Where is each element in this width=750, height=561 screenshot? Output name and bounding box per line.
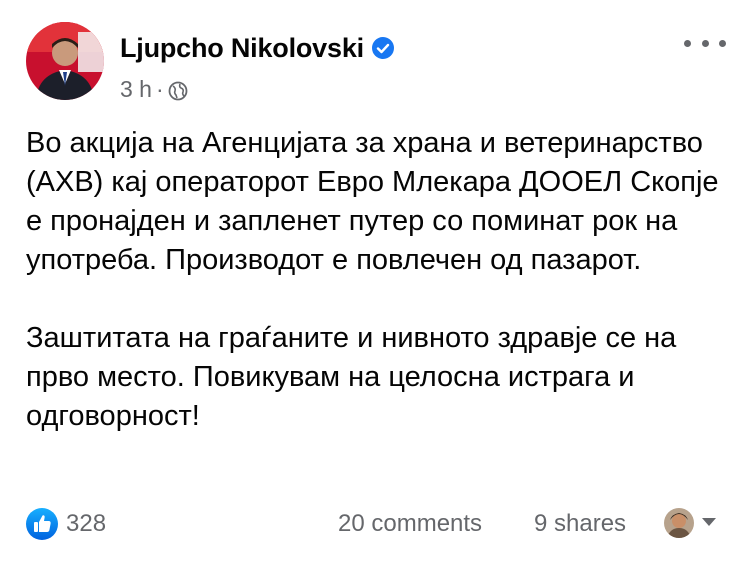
shares-count[interactable]: 9 shares xyxy=(534,510,626,538)
author-name[interactable]: Ljupcho Nikolovski xyxy=(120,33,364,64)
more-dot xyxy=(684,39,691,47)
reactions-count[interactable]: 328 xyxy=(66,510,106,538)
post-paragraph: Во акција на Агенцијата за храна и ветер… xyxy=(26,127,719,276)
meta-separator: · xyxy=(155,76,164,102)
post-body: Во акција на Агенцијата за храна и ветер… xyxy=(26,124,726,436)
post-paragraph: Заштитата на граѓаните и нивното здравје… xyxy=(26,322,677,432)
comments-count[interactable]: 20 comments xyxy=(338,510,482,538)
verified-badge-icon xyxy=(371,37,394,59)
post-meta: 3 h · xyxy=(120,76,188,103)
more-dot xyxy=(701,39,709,47)
more-dot xyxy=(719,39,726,47)
globe-icon[interactable] xyxy=(168,80,188,100)
reactor-avatar[interactable] xyxy=(664,508,694,538)
post-footer: 328 20 comments 9 shares xyxy=(26,504,724,544)
author-avatar[interactable] xyxy=(26,22,104,100)
facebook-post: Ljupcho Nikolovski 3 h · Во акција на Аг… xyxy=(0,0,750,561)
like-reaction-icon[interactable] xyxy=(26,508,58,540)
caret-down-icon[interactable] xyxy=(702,518,716,526)
post-timestamp[interactable]: 3 h xyxy=(120,76,152,103)
author-row: Ljupcho Nikolovski xyxy=(120,30,394,66)
more-options-icon[interactable] xyxy=(684,30,726,56)
